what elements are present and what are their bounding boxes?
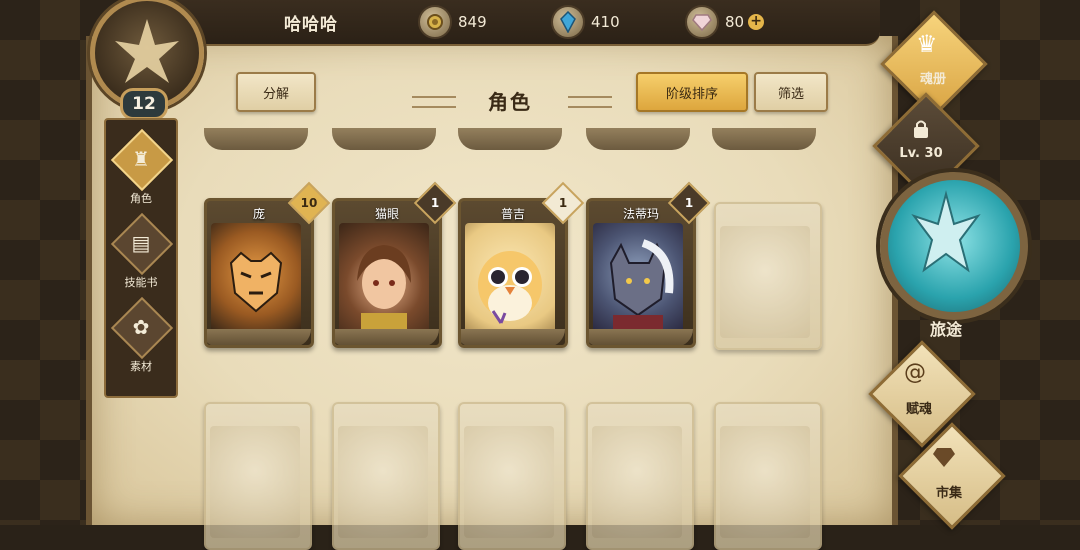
gold-resource[interactable]: 849	[418, 5, 487, 39]
character-card[interactable]: 猫眼	[332, 198, 442, 348]
nav-item-material[interactable]: ✿ 素材	[106, 296, 176, 380]
nav-label: 技能书	[124, 276, 158, 289]
talent-label: 赋魂	[905, 402, 932, 417]
soul-book-icon: ♛	[916, 30, 938, 58]
tiger-portrait	[211, 223, 301, 335]
lock-icon	[912, 118, 930, 144]
gold-coin-icon	[418, 5, 452, 39]
owl-portrait	[465, 223, 555, 335]
soul-book-label: 魂册	[919, 72, 946, 87]
decompose-button[interactable]: 分解	[236, 72, 316, 112]
crystal-resource[interactable]: 410	[551, 5, 620, 39]
locked-level-label: Lv. 30	[899, 146, 943, 161]
locked-portrait	[592, 426, 682, 538]
locked-portrait	[464, 426, 554, 538]
trident-crest-icon	[911, 190, 981, 273]
character-card[interactable]: 庞	[204, 198, 314, 348]
journey-label: 旅途	[929, 320, 962, 339]
card-base-above	[712, 128, 816, 150]
add-gem-button[interactable]: +	[748, 14, 765, 30]
locked-portrait	[210, 426, 300, 538]
nav-item-skill-book[interactable]: ▤ 技能书	[106, 212, 176, 296]
character-helmet-icon: ♜	[132, 147, 150, 171]
character-card[interactable]: 普吉	[458, 198, 568, 348]
locked-character-card[interactable]	[714, 402, 822, 550]
journey-button[interactable]	[880, 172, 1028, 320]
gold-amount: 849	[458, 13, 487, 31]
card-base-above	[332, 128, 436, 150]
pink-gem-icon	[685, 5, 719, 39]
nav-label: 角色	[130, 192, 152, 205]
player-name: 哈哈哈	[284, 15, 338, 35]
material-icon: ✿	[132, 315, 150, 339]
locked-character-card[interactable]	[332, 402, 440, 550]
locked-character-card[interactable]	[204, 402, 312, 550]
spiral-icon: @	[904, 360, 926, 385]
gem-resource[interactable]: 80 +	[685, 5, 765, 39]
locked-character-card[interactable]	[458, 402, 566, 550]
locked-character-card[interactable]	[586, 402, 694, 550]
title-ornament-right	[568, 96, 612, 108]
sort-by-rank-button[interactable]: 阶级排序	[636, 72, 748, 112]
player-level-badge: 12	[120, 88, 168, 120]
card-base-above	[458, 128, 562, 150]
title-ornament-left	[412, 96, 456, 108]
filter-button[interactable]: 筛选	[754, 72, 828, 112]
card-base-above	[586, 128, 690, 150]
card-base	[207, 329, 311, 345]
gem-amount: 80	[725, 13, 745, 31]
card-base	[589, 329, 693, 345]
character-card[interactable]: 法蒂玛	[586, 198, 696, 348]
girl-portrait	[339, 223, 429, 335]
locked-portrait	[720, 426, 810, 538]
left-nav: ♜ 角色 ▤ 技能书 ✿ 素材	[104, 118, 178, 398]
card-base	[461, 329, 565, 345]
blue-crystal-icon	[551, 5, 585, 39]
market-gem-icon	[932, 446, 956, 472]
nav-label: 素材	[130, 360, 152, 373]
locked-portrait	[338, 426, 428, 538]
card-base	[335, 329, 439, 345]
market-label: 市集	[935, 486, 962, 501]
page-title: 角色	[488, 90, 532, 114]
skill-book-icon: ▤	[131, 231, 151, 255]
top-bar	[150, 0, 880, 46]
locked-character-card[interactable]	[714, 202, 822, 350]
card-base-above	[204, 128, 308, 150]
crystal-amount: 410	[591, 13, 620, 31]
nav-item-character[interactable]: ♜ 角色	[106, 128, 176, 212]
cat-warrior-portrait	[593, 223, 683, 335]
locked-portrait	[720, 226, 810, 338]
